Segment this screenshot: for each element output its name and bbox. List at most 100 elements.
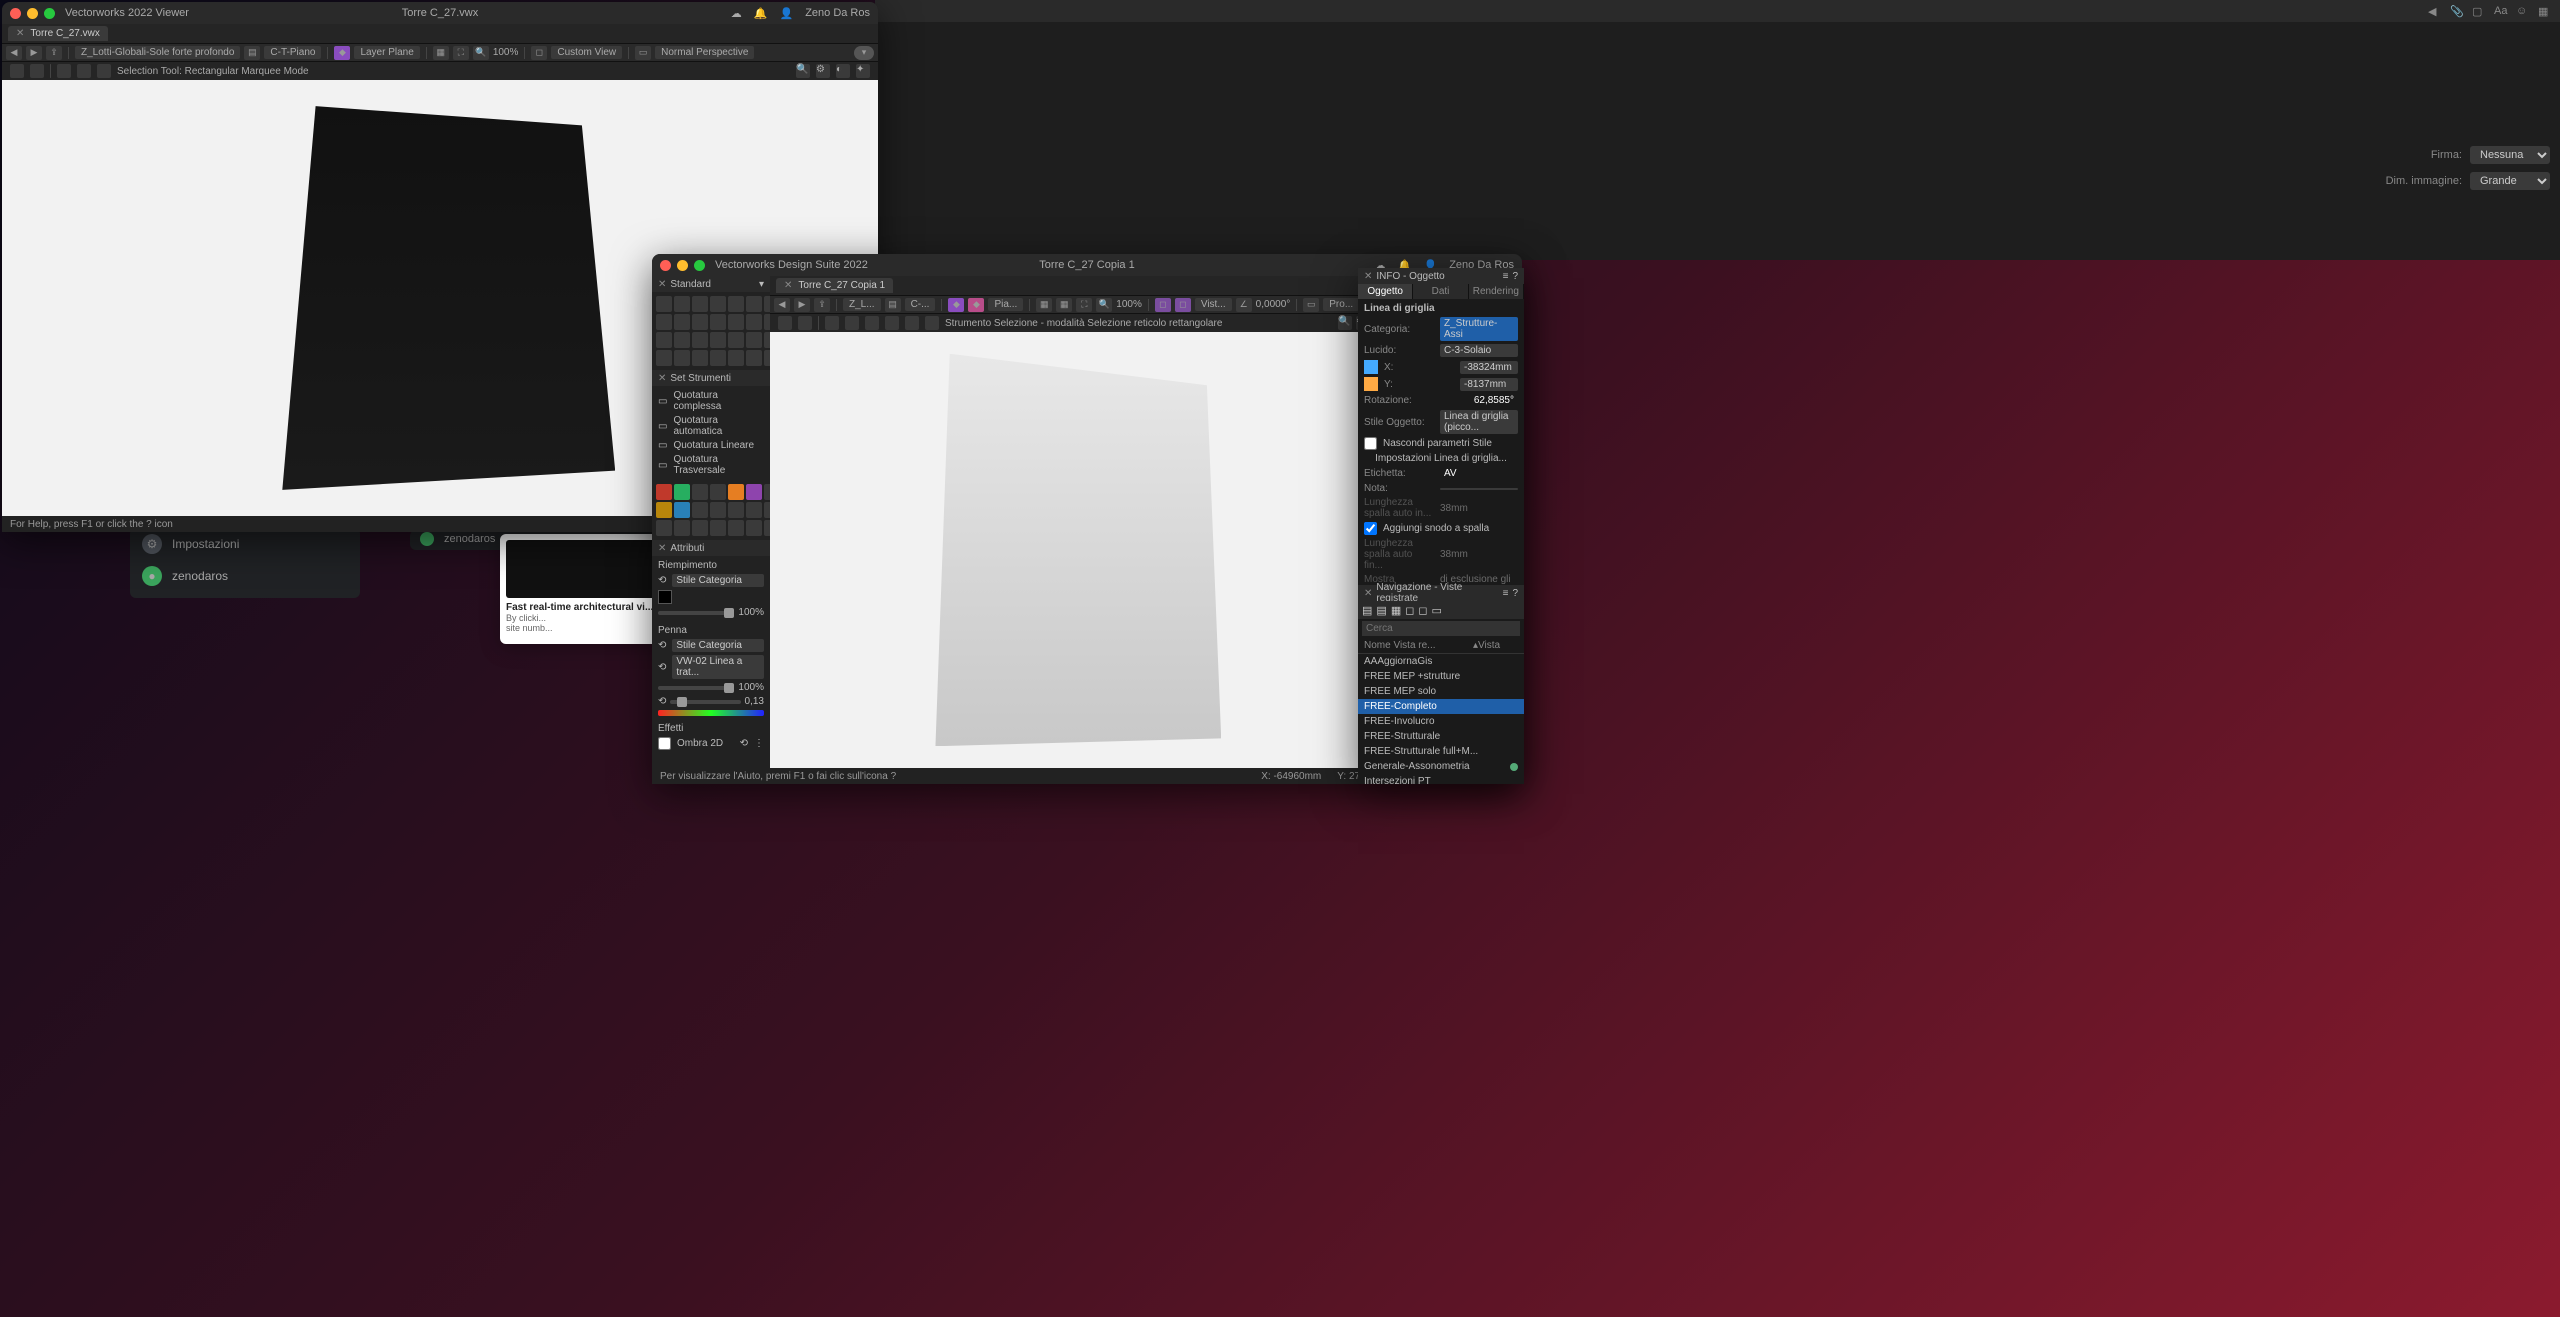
nav-btn-4[interactable]: ◻ [1405,604,1414,617]
link-icon[interactable]: ⟲ [658,640,666,651]
minimize-icon[interactable] [677,260,688,271]
window-tool[interactable] [692,484,708,500]
nav-col-view[interactable]: Vista [1478,640,1518,651]
fwd-button[interactable]: ▶ [26,46,42,60]
mode-icon-4[interactable] [845,316,859,330]
fill-color[interactable] [658,590,672,604]
arc-tool[interactable] [692,314,708,330]
tab-close-icon[interactable]: ✕ [16,28,24,39]
bg-settings-item[interactable]: ⚙ Impostazioni [130,528,360,560]
style-selector[interactable]: Linea di griglia (picco... [1440,410,1518,434]
mode-icon-7[interactable] [905,316,919,330]
mode-icon-1[interactable] [10,64,24,78]
t5-tool[interactable] [728,520,744,536]
image-size-select[interactable]: Grande [2470,172,2550,190]
roof-tool[interactable] [728,484,744,500]
view-cube-button[interactable]: ◻ [531,46,547,60]
layer-set-selector[interactable]: Z_L... [843,298,881,311]
info-tab-data[interactable]: Dati [1413,284,1468,299]
color-gradient[interactable] [658,710,764,716]
door-tool[interactable] [710,484,726,500]
elec-tool[interactable] [710,502,726,518]
linestyle-selector[interactable]: VW-02 Linea a trat... [672,655,764,679]
mode-icon-6[interactable] [885,316,899,330]
mode-icon-3[interactable] [825,316,839,330]
nav-btn-2[interactable]: ▤ [1376,604,1386,617]
polygon-tool[interactable] [674,332,690,348]
layer-set-selector[interactable]: Z_Lotti-Globali-Sole forte profondo [75,46,240,59]
close-icon[interactable]: ✕ [1364,271,1372,282]
back-button[interactable]: ◀ [774,298,790,312]
maximize-icon[interactable] [44,8,55,19]
layers-button[interactable]: ▤ [885,298,901,312]
perspective-selector[interactable]: Normal Perspective [655,46,754,59]
nav-item[interactable]: FREE-Involucro [1358,714,1524,729]
nav-search-input[interactable] [1362,621,1520,636]
mode-icon-8[interactable] [925,316,939,330]
nav-item[interactable]: AAAggiornaGis [1358,654,1524,669]
close-icon[interactable]: ✕ [1364,588,1372,599]
mode-icon-2[interactable] [30,64,44,78]
bg-user-item[interactable]: ● zenodaros [130,560,360,592]
grid-button[interactable]: ▦ [433,46,449,60]
help-icon[interactable]: ? [1512,271,1518,282]
poly-tool[interactable] [710,314,726,330]
view-selector[interactable]: Custom View [551,46,622,59]
bell-icon[interactable]: 🔔 [754,7,768,20]
user-icon[interactable]: 👤 [779,7,793,20]
nav-item[interactable]: FREE-Strutturale [1358,729,1524,744]
plane-selector[interactable]: Layer Plane [354,46,419,59]
move-tool[interactable] [746,296,762,312]
text-tool[interactable] [746,314,762,330]
close-icon[interactable]: ✕ [658,543,666,554]
grid1-button[interactable]: ▦ [1036,298,1052,312]
info-tab-rendering[interactable]: Rendering [1469,284,1524,299]
flyover-tool[interactable] [710,296,726,312]
text-large-tool[interactable] [710,332,726,348]
eyedropper-tool[interactable] [710,350,726,366]
back-button[interactable]: ◀ [6,46,22,60]
t3-tool[interactable] [692,520,708,536]
link-icon[interactable]: ⟲ [658,696,666,707]
plane-selector[interactable]: Pia... [988,298,1023,311]
x-field[interactable]: -38324mm [1460,361,1518,374]
layers-button[interactable]: ▤ [244,46,260,60]
mode-icon-3[interactable] [57,64,71,78]
t1-tool[interactable] [656,520,672,536]
anchor-icon[interactable] [1364,360,1378,374]
nav-palette-title[interactable]: ✕ Navigazione - Viste registrate ≡ ? [1358,585,1524,601]
fit-button[interactable]: ⛶ [453,46,469,60]
menu-icon[interactable]: ≡ [1503,271,1509,282]
link2-icon[interactable]: ⟲ [740,738,748,749]
mode-icon-5[interactable] [97,64,111,78]
nav-item[interactable]: FREE-Completo [1358,699,1524,714]
light-tool[interactable] [728,502,744,518]
dropdown-button[interactable]: ▾ [854,46,874,60]
cloud-icon[interactable]: ☁ [731,7,742,20]
share-button[interactable]: ⇪ [46,46,62,60]
proj-selector[interactable]: Pro... [1323,298,1359,311]
basic-palette-title[interactable]: ✕ Standard ▾ [652,276,770,292]
duct-tool[interactable] [692,502,708,518]
story-selector[interactable]: C-T-Piano [264,46,321,59]
mode-icon-5[interactable] [865,316,879,330]
nav-item[interactable]: FREE MEP solo [1358,684,1524,699]
plane2-icon[interactable]: ◆ [968,298,984,312]
pan-tool[interactable] [674,296,690,312]
menu-icon[interactable]: ⋮ [754,738,764,749]
grid2-button[interactable]: ▦ [1056,298,1072,312]
bezier-tool[interactable] [746,332,762,348]
attributes-title[interactable]: ✕ Attributi [652,540,770,556]
building-tool[interactable] [656,484,672,500]
close-icon[interactable] [10,8,21,19]
viewer-titlebar[interactable]: Vectorworks 2022 Viewer Torre C_27.vwx ☁… [2,2,878,24]
zoom-button[interactable]: 🔍 [1096,298,1112,312]
close-icon[interactable] [660,260,671,271]
fill-opacity-slider[interactable] [658,611,734,615]
suite-tab[interactable]: ✕ Torre C_27 Copia 1 [776,278,893,293]
close-icon[interactable]: ✕ [658,279,666,290]
nav-btn-3[interactable]: ▦ [1391,604,1401,617]
hide-style-checkbox[interactable] [1364,437,1377,450]
pen-style-selector[interactable]: Stile Categoria [672,639,764,652]
proj-button[interactable]: ▭ [1303,298,1319,312]
